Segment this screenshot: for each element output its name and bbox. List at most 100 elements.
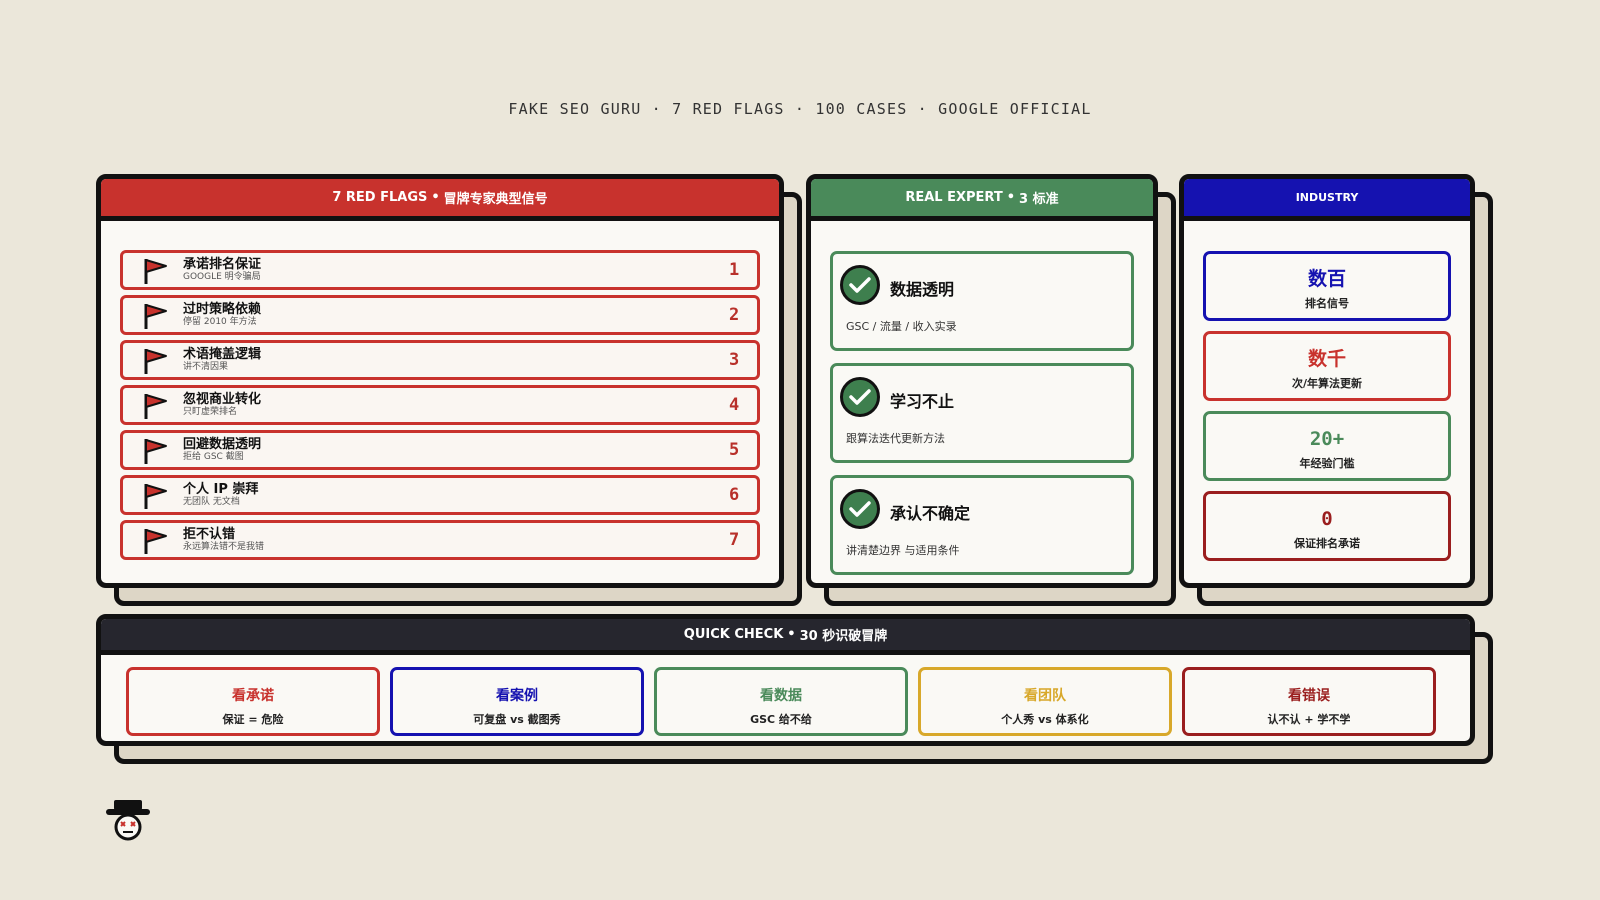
red-flag-icon bbox=[123, 433, 183, 467]
criterion-title: 承认不确定 bbox=[890, 504, 971, 523]
criterion-subtitle: 讲清楚边界 与适用条件 bbox=[846, 544, 960, 557]
fake-guru-mascot-icon bbox=[106, 800, 152, 844]
stat-label: 年经验门槛 bbox=[1299, 457, 1355, 470]
check-label: 保证 = 危险 bbox=[222, 713, 284, 726]
quick-check-item-3: 看数据 GSC 给不给 bbox=[654, 667, 908, 736]
red-flag-item-3: 术语掩盖逻辑 讲不清因果 3 bbox=[120, 340, 760, 380]
real-expert-title: REAL EXPERT bbox=[905, 190, 1003, 205]
real-expert-list: 数据透明 GSC / 流量 / 收入实录 学习不止 跟算法迭代更新方法 承认不确… bbox=[811, 221, 1153, 575]
stat-label: 排名信号 bbox=[1305, 297, 1349, 310]
check-label: 认不认 + 学不学 bbox=[1267, 713, 1351, 726]
real-expert-subtitle: 3 标准 bbox=[1019, 192, 1059, 207]
red-flag-number: 2 bbox=[729, 305, 740, 325]
stat-label: 保证排名承诺 bbox=[1294, 537, 1360, 550]
check-value: 看团队 bbox=[1024, 688, 1066, 704]
red-flag-subtitle: 只盯虚荣排名 bbox=[183, 407, 238, 417]
real-expert-panel: REAL EXPERT • 3 标准 数据透明 GSC / 流量 / 收入实录 … bbox=[806, 174, 1158, 588]
red-flag-number: 4 bbox=[729, 395, 740, 415]
quick-check-card: QUICK CHECK • 30 秒识破冒牌 看承诺 保证 = 危险 看案例 可… bbox=[96, 614, 1493, 764]
red-flag-number: 6 bbox=[729, 485, 740, 505]
check-value: 看承诺 bbox=[232, 688, 274, 704]
red-flags-header: 7 RED FLAGS • 冒牌专家典型信号 bbox=[101, 179, 779, 221]
red-flag-item-6: 个人 IP 崇拜 无团队 无文档 6 bbox=[120, 475, 760, 515]
stat-label: 次/年算法更新 bbox=[1291, 377, 1363, 390]
red-flag-subtitle: 拒给 GSC 截图 bbox=[183, 452, 244, 462]
industry-stat-2: 数千 次/年算法更新 bbox=[1203, 331, 1451, 401]
check-value: 看错误 bbox=[1288, 688, 1330, 704]
quick-check-list: 看承诺 保证 = 危险 看案例 可复盘 vs 截图秀 看数据 GSC 给不给 看… bbox=[101, 655, 1470, 736]
red-flag-item-7: 拒不认错 永远算法错不是我错 7 bbox=[120, 520, 760, 560]
expert-criterion-3: 承认不确定 讲清楚边界 与适用条件 bbox=[830, 475, 1134, 575]
red-flag-number: 7 bbox=[729, 530, 740, 550]
quick-check-item-5: 看错误 认不认 + 学不学 bbox=[1182, 667, 1436, 736]
criterion-title: 数据透明 bbox=[890, 280, 955, 299]
red-flag-subtitle: 停留 2010 年方法 bbox=[183, 317, 257, 327]
red-flag-item-1: 承诺排名保证 GOOGLE 明令骗局 1 bbox=[120, 250, 760, 290]
red-flag-number: 3 bbox=[729, 350, 740, 370]
industry-card: INDUSTRY 数百 排名信号 数千 次/年算法更新 20+ 年经验门槛 0 … bbox=[1179, 174, 1493, 606]
red-flag-icon bbox=[123, 253, 183, 287]
quick-check-item-4: 看团队 个人秀 vs 体系化 bbox=[918, 667, 1172, 736]
title-separator: • bbox=[431, 190, 440, 205]
industry-stat-list: 数百 排名信号 数千 次/年算法更新 20+ 年经验门槛 0 保证排名承诺 bbox=[1184, 221, 1470, 561]
check-value: 看数据 bbox=[760, 688, 802, 704]
title-separator: • bbox=[1006, 190, 1016, 205]
red-flag-icon bbox=[123, 478, 183, 512]
quick-check-item-2: 看案例 可复盘 vs 截图秀 bbox=[390, 667, 644, 736]
red-flag-title: 个人 IP 崇拜 bbox=[183, 482, 259, 497]
red-flag-item-4: 忽视商业转化 只盯虚荣排名 4 bbox=[120, 385, 760, 425]
expert-criterion-1: 数据透明 GSC / 流量 / 收入实录 bbox=[830, 251, 1134, 351]
real-expert-header: REAL EXPERT • 3 标准 bbox=[811, 179, 1153, 221]
red-flag-title: 过时策略依赖 bbox=[183, 302, 262, 317]
red-flag-icon bbox=[123, 343, 183, 377]
page-title: FAKE SEO GURU · 7 RED FLAGS · 100 CASES … bbox=[508, 100, 1092, 118]
stat-value: 数百 bbox=[1307, 268, 1346, 290]
red-flag-title: 忽视商业转化 bbox=[183, 392, 262, 407]
criterion-subtitle: 跟算法迭代更新方法 bbox=[846, 432, 945, 445]
red-flag-title: 承诺排名保证 bbox=[183, 257, 262, 272]
industry-stat-4: 0 保证排名承诺 bbox=[1203, 491, 1451, 561]
red-flag-title: 拒不认错 bbox=[183, 527, 236, 542]
check-label: GSC 给不给 bbox=[750, 713, 812, 726]
industry-panel: INDUSTRY 数百 排名信号 数千 次/年算法更新 20+ 年经验门槛 0 … bbox=[1179, 174, 1475, 588]
red-flags-title: 7 RED FLAGS bbox=[332, 190, 428, 205]
stat-value: 20+ bbox=[1309, 428, 1345, 450]
red-flags-card: 7 RED FLAGS • 冒牌专家典型信号 承诺排名保证 GOOGLE 明令骗… bbox=[96, 174, 802, 606]
criterion-title: 学习不止 bbox=[890, 392, 955, 411]
red-flags-panel: 7 RED FLAGS • 冒牌专家典型信号 承诺排名保证 GOOGLE 明令骗… bbox=[96, 174, 784, 588]
check-value: 看案例 bbox=[496, 688, 538, 704]
industry-header: INDUSTRY bbox=[1184, 179, 1470, 221]
check-label: 个人秀 vs 体系化 bbox=[1001, 713, 1089, 726]
quick-check-subtitle: 30 秒识破冒牌 bbox=[799, 629, 888, 644]
red-flag-item-2: 过时策略依赖 停留 2010 年方法 2 bbox=[120, 295, 760, 335]
check-icon bbox=[840, 489, 880, 529]
red-flag-subtitle: GOOGLE 明令骗局 bbox=[183, 272, 261, 282]
expert-criterion-2: 学习不止 跟算法迭代更新方法 bbox=[830, 363, 1134, 463]
red-flag-subtitle: 讲不清因果 bbox=[183, 362, 229, 372]
check-icon bbox=[840, 377, 880, 417]
quick-check-item-1: 看承诺 保证 = 危险 bbox=[126, 667, 380, 736]
red-flag-subtitle: 无团队 无文档 bbox=[183, 497, 240, 507]
red-flags-subtitle: 冒牌专家典型信号 bbox=[443, 192, 548, 207]
industry-stat-3: 20+ 年经验门槛 bbox=[1203, 411, 1451, 481]
quick-check-header: QUICK CHECK • 30 秒识破冒牌 bbox=[101, 619, 1470, 655]
criterion-subtitle: GSC / 流量 / 收入实录 bbox=[846, 320, 957, 333]
industry-title: INDUSTRY bbox=[1295, 191, 1359, 204]
check-icon bbox=[840, 265, 880, 305]
red-flag-number: 5 bbox=[729, 440, 740, 460]
red-flag-item-5: 回避数据透明 拒给 GSC 截图 5 bbox=[120, 430, 760, 470]
stat-value: 数千 bbox=[1307, 348, 1346, 370]
red-flag-icon bbox=[123, 523, 183, 557]
red-flag-icon bbox=[123, 388, 183, 422]
red-flag-subtitle: 永远算法错不是我错 bbox=[183, 542, 265, 552]
red-flag-title: 回避数据透明 bbox=[183, 437, 262, 452]
red-flag-list: 承诺排名保证 GOOGLE 明令骗局 1 过时策略依赖 停留 2010 年方法 … bbox=[101, 221, 779, 560]
title-separator: • bbox=[787, 627, 796, 642]
real-expert-card: REAL EXPERT • 3 标准 数据透明 GSC / 流量 / 收入实录 … bbox=[806, 174, 1176, 606]
quick-check-panel: QUICK CHECK • 30 秒识破冒牌 看承诺 保证 = 危险 看案例 可… bbox=[96, 614, 1475, 746]
quick-check-title: QUICK CHECK bbox=[683, 627, 784, 642]
red-flag-icon bbox=[123, 298, 183, 332]
industry-stat-1: 数百 排名信号 bbox=[1203, 251, 1451, 321]
check-label: 可复盘 vs 截图秀 bbox=[473, 713, 561, 726]
red-flag-title: 术语掩盖逻辑 bbox=[183, 347, 262, 362]
